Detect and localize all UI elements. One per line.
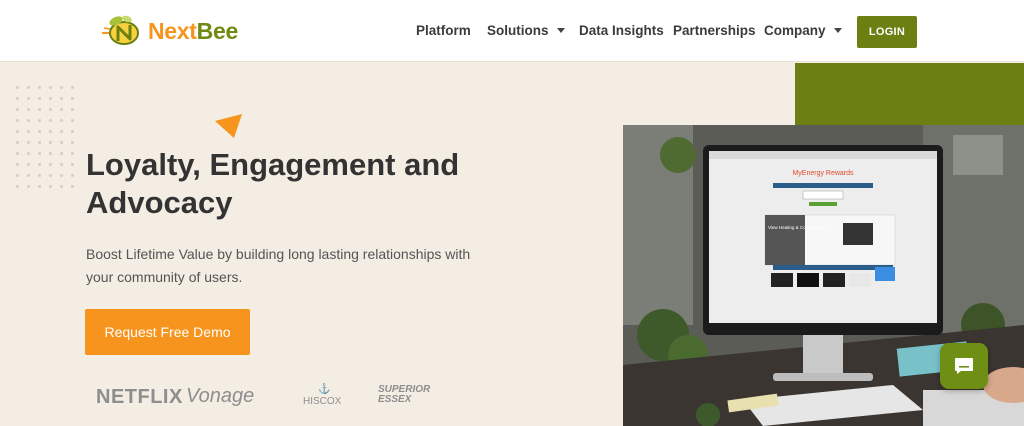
- green-accent-block: [795, 63, 1024, 125]
- superior-line2: ESSEX: [378, 394, 412, 405]
- request-demo-button[interactable]: Request Free Demo: [85, 309, 250, 355]
- nav-data-insights-label: Data Insights: [579, 23, 664, 38]
- bee-logo-icon: [102, 15, 139, 45]
- nav-data-insights[interactable]: Data Insights: [579, 23, 664, 38]
- site-header: NextBee Platform Solutions Data Insights…: [0, 0, 1024, 62]
- nextbee-logo[interactable]: NextBee: [100, 13, 238, 49]
- hero-title: Loyalty, Engagement and Advocacy: [86, 147, 460, 220]
- screen-brand-text: MyEnergy Rewards: [792, 170, 854, 177]
- chat-widget-button[interactable]: [940, 343, 988, 389]
- login-button[interactable]: LOGIN: [857, 16, 917, 48]
- caret-down-icon: [556, 28, 565, 33]
- hero-subtitle: Boost Lifetime Value by building long la…: [86, 246, 471, 285]
- chat-icon: [955, 358, 973, 374]
- dot-pattern-decoration: [12, 82, 78, 188]
- triangle-decoration: [215, 114, 242, 138]
- nav-partnerships[interactable]: Partnerships: [673, 23, 756, 38]
- logo-wordmark: NextBee: [148, 18, 238, 45]
- logo-text-next: Next: [148, 17, 197, 44]
- screen-promo-title: View Heating & Cooling Pack: [768, 225, 827, 230]
- netflix-logo: NETFLIX: [96, 386, 183, 408]
- nav-platform-label: Platform: [416, 23, 471, 38]
- nav-solutions[interactable]: Solutions: [487, 23, 565, 38]
- nav-company[interactable]: Company: [764, 23, 842, 38]
- nav-partnerships-label: Partnerships: [673, 23, 756, 38]
- logo-text-bee: Bee: [196, 17, 239, 44]
- hiscox-crest-icon: ⚓: [318, 384, 331, 395]
- hiscox-logo: HISCOX: [303, 396, 342, 407]
- caret-down-icon: [833, 28, 842, 33]
- nav-company-label: Company: [764, 23, 826, 38]
- vonage-logo: Vonage: [186, 385, 255, 407]
- nav-platform[interactable]: Platform: [416, 23, 471, 38]
- nav-solutions-label: Solutions: [487, 23, 549, 38]
- superior-essex-logo: SUPERIOR ESSEX: [378, 385, 430, 405]
